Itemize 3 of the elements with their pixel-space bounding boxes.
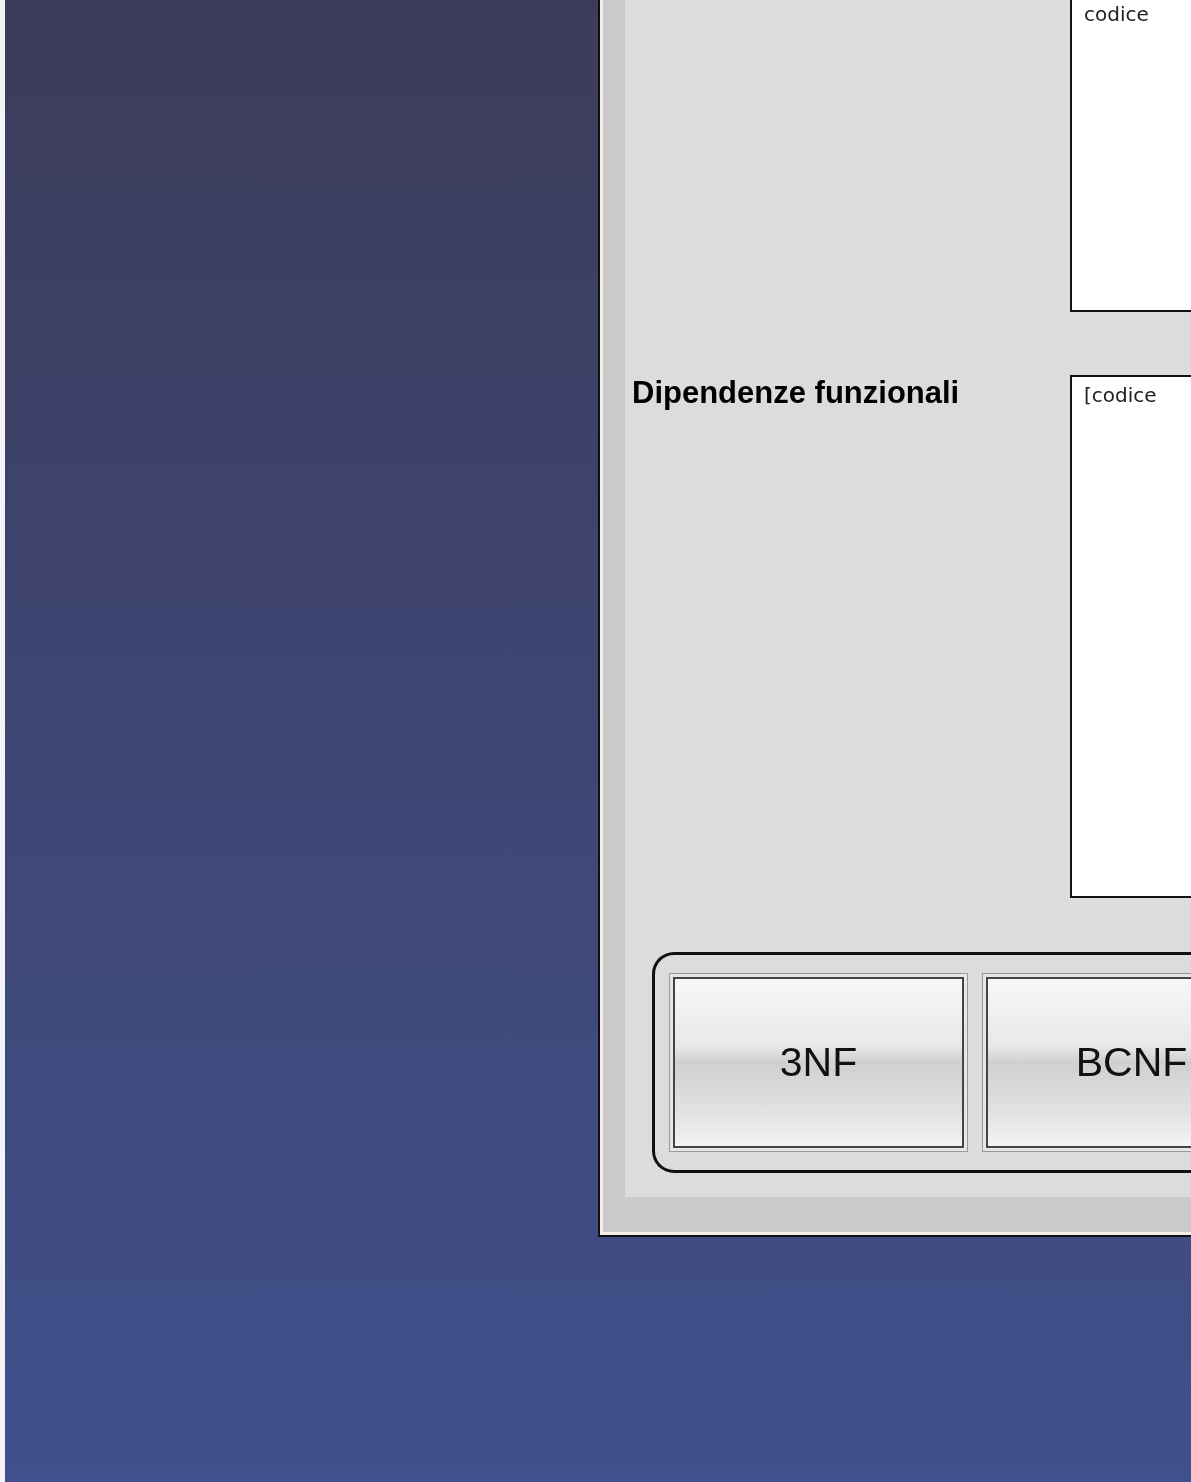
text-area[interactable]: codice bbox=[1070, 0, 1191, 312]
field-label: Dipendenze funzionali bbox=[631, 375, 961, 411]
text-area[interactable]: [codice bbox=[1070, 375, 1191, 898]
